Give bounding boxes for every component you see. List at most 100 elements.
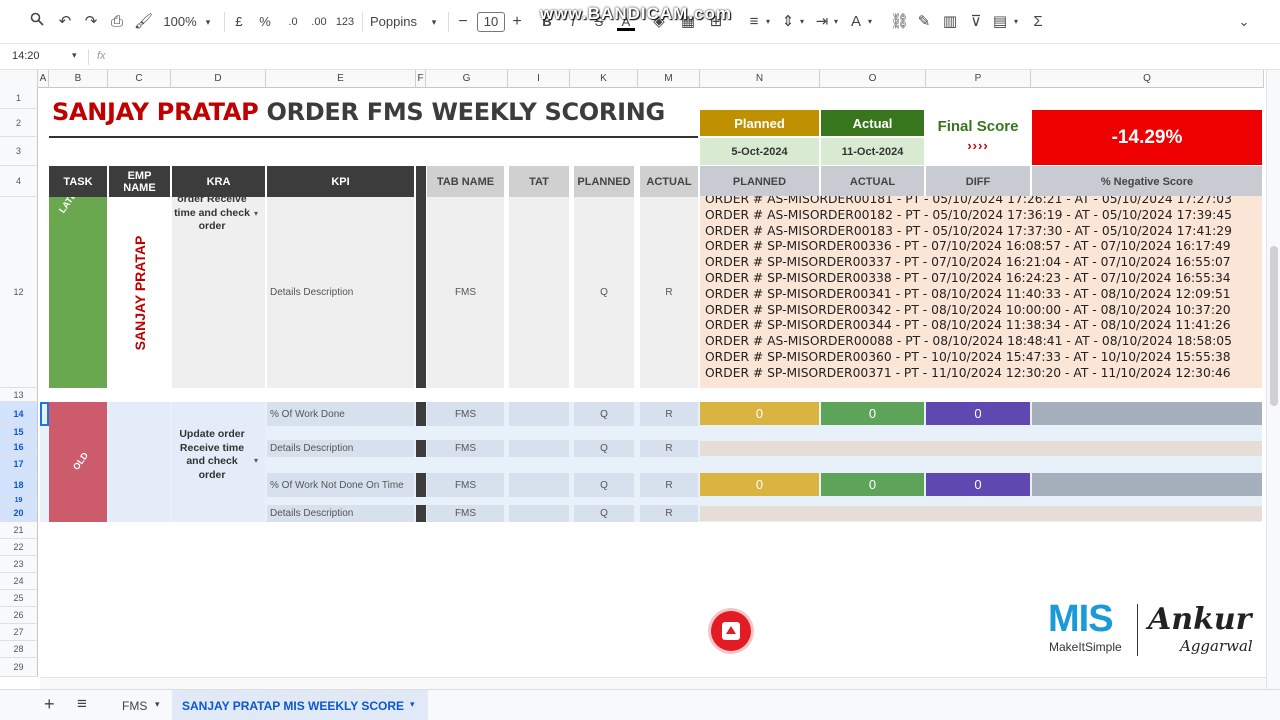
column-header-k[interactable]: K bbox=[570, 70, 638, 88]
horizontal-scrollbar[interactable] bbox=[40, 677, 1266, 689]
planned-cell[interactable]: Q bbox=[574, 402, 634, 426]
row-number[interactable]: 22 bbox=[0, 539, 38, 556]
increase-decimal-button[interactable]: .00 bbox=[308, 11, 330, 33]
kpi-latest-cell[interactable]: Details Description bbox=[267, 197, 414, 388]
column-header-c[interactable]: C bbox=[108, 70, 171, 88]
dropdown-icon[interactable]: ▾ bbox=[254, 456, 258, 465]
selected-cell[interactable] bbox=[40, 402, 49, 426]
kpi-not-done-cell[interactable]: % Of Work Not Done On Time bbox=[267, 473, 414, 497]
row-number[interactable]: 26 bbox=[0, 607, 38, 624]
row-number[interactable]: 17 bbox=[0, 456, 38, 473]
filter-icon[interactable]: ⊽ bbox=[968, 11, 984, 33]
planned-latest-cell[interactable]: Q bbox=[574, 197, 634, 388]
actual-cell[interactable]: R bbox=[640, 505, 698, 522]
font-select[interactable]: Poppins bbox=[370, 11, 430, 33]
link-icon[interactable]: ⛓︎ bbox=[890, 11, 909, 33]
collapse-toolbar-icon[interactable]: ⌄ bbox=[1236, 11, 1252, 33]
number-format-button[interactable]: 123 bbox=[334, 11, 356, 33]
row-number[interactable]: 1 bbox=[0, 88, 38, 109]
functions-icon[interactable]: Σ bbox=[1030, 11, 1046, 33]
tat-cell[interactable] bbox=[509, 473, 569, 497]
scrollbar-thumb[interactable] bbox=[1270, 246, 1278, 406]
text-rotation-icon[interactable]: A bbox=[848, 11, 864, 33]
column-header-p[interactable]: P bbox=[926, 70, 1031, 88]
row-number[interactable]: 27 bbox=[0, 624, 38, 641]
diff-score-cell[interactable]: 0 bbox=[926, 402, 1030, 425]
chevron-down-icon[interactable]: ▾ bbox=[72, 50, 77, 61]
name-box[interactable]: 14:20 bbox=[12, 50, 40, 62]
row-number[interactable]: 29 bbox=[0, 658, 38, 677]
row-number[interactable]: 2 bbox=[0, 109, 38, 137]
row-number[interactable]: 16 bbox=[0, 439, 38, 456]
row-number[interactable]: 15 bbox=[0, 426, 38, 439]
chevron-down-icon[interactable]: ▾ bbox=[764, 11, 772, 33]
column-header-m[interactable]: M bbox=[638, 70, 700, 88]
chevron-down-icon[interactable]: ▾ bbox=[1012, 11, 1020, 33]
font-size-increase-icon[interactable]: + bbox=[510, 11, 524, 33]
tab-cell[interactable]: FMS bbox=[427, 402, 504, 426]
column-header-q[interactable]: Q bbox=[1031, 70, 1264, 88]
zoom-select[interactable]: 100% bbox=[160, 11, 200, 33]
column-header-g[interactable]: G bbox=[426, 70, 508, 88]
column-header-a[interactable]: A bbox=[38, 70, 49, 88]
chevron-down-icon[interactable]: ▾ bbox=[155, 699, 160, 710]
tab-cell[interactable]: FMS bbox=[427, 473, 504, 497]
column-header-n[interactable]: N bbox=[700, 70, 820, 88]
actual-cell[interactable]: R bbox=[640, 473, 698, 497]
actual-score-cell[interactable]: 0 bbox=[821, 473, 924, 496]
font-size-input[interactable]: 10 bbox=[477, 12, 505, 32]
redo-icon[interactable]: ↷ bbox=[82, 11, 100, 33]
record-button[interactable] bbox=[711, 611, 751, 651]
chevron-down-icon[interactable]: ▾ bbox=[202, 11, 214, 33]
orders-list[interactable]: ORDER # AS-MISORDER00181 - PT - 05/10/20… bbox=[700, 196, 1262, 388]
kra-latest-cell[interactable]: order Receive time and check order ▾ bbox=[172, 197, 265, 388]
paint-format-icon[interactable]: 🖌︎ bbox=[134, 11, 153, 33]
kpi-details-cell[interactable]: Details Description bbox=[267, 440, 414, 457]
row-number[interactable]: 21 bbox=[0, 522, 38, 539]
row-number[interactable]: 24 bbox=[0, 573, 38, 590]
column-header-f[interactable]: F bbox=[416, 70, 426, 88]
chevron-down-icon[interactable]: ▾ bbox=[832, 11, 840, 33]
row-number[interactable]: 13 bbox=[0, 388, 38, 402]
planned-cell[interactable]: Q bbox=[574, 473, 634, 497]
row-number[interactable]: 12 bbox=[0, 197, 38, 388]
negative-score-cell[interactable] bbox=[1032, 402, 1262, 425]
comment-icon[interactable]: ✎ bbox=[916, 11, 932, 33]
sheet-tab-fms[interactable]: FMS ▾ bbox=[110, 690, 170, 720]
currency-button[interactable]: £ bbox=[232, 11, 246, 33]
actual-score-cell[interactable]: 0 bbox=[821, 402, 924, 425]
filter-views-icon[interactable]: ▤ bbox=[992, 11, 1008, 33]
planned-score-cell[interactable]: 0 bbox=[700, 473, 819, 496]
actual-cell[interactable]: R bbox=[640, 440, 698, 457]
tat-cell[interactable] bbox=[509, 440, 569, 457]
sheet-tab-active[interactable]: SANJAY PRATAP MIS WEEKLY SCORE ▾ bbox=[172, 690, 428, 720]
diff-score-cell[interactable]: 0 bbox=[926, 473, 1030, 496]
row-number[interactable]: 19 bbox=[0, 497, 38, 505]
dropdown-icon[interactable]: ▾ bbox=[254, 209, 258, 218]
percent-button[interactable]: % bbox=[258, 11, 272, 33]
chevron-down-icon[interactable]: ▾ bbox=[428, 11, 440, 33]
row-number[interactable]: 3 bbox=[0, 137, 38, 166]
negative-score-cell[interactable] bbox=[1032, 473, 1262, 496]
row-number[interactable]: 14 bbox=[0, 402, 38, 426]
vertical-scrollbar[interactable] bbox=[1266, 70, 1280, 689]
row-number[interactable]: 25 bbox=[0, 590, 38, 607]
column-header-i[interactable]: I bbox=[508, 70, 570, 88]
details-cell[interactable] bbox=[700, 441, 1262, 456]
font-size-decrease-icon[interactable]: − bbox=[456, 11, 470, 33]
kra-old-cell[interactable]: Update order Receive time and check orde… bbox=[172, 402, 265, 522]
tab-latest-cell[interactable]: FMS bbox=[427, 197, 504, 388]
details-cell[interactable] bbox=[700, 506, 1262, 521]
kpi-details-cell[interactable]: Details Description bbox=[267, 505, 414, 522]
column-header-b[interactable]: B bbox=[49, 70, 108, 88]
tab-cell[interactable]: FMS bbox=[427, 440, 504, 457]
planned-cell[interactable]: Q bbox=[574, 505, 634, 522]
align-left-icon[interactable]: ≡ bbox=[746, 11, 762, 33]
text-wrap-icon[interactable]: ⇥ bbox=[814, 11, 830, 33]
chart-icon[interactable]: ▥ bbox=[942, 11, 958, 33]
undo-icon[interactable]: ↶ bbox=[56, 11, 74, 33]
row-number[interactable]: 23 bbox=[0, 556, 38, 573]
print-icon[interactable]: ⎙ bbox=[108, 11, 126, 33]
row-number[interactable]: 20 bbox=[0, 505, 38, 522]
chevron-down-icon[interactable]: ▾ bbox=[410, 699, 415, 710]
